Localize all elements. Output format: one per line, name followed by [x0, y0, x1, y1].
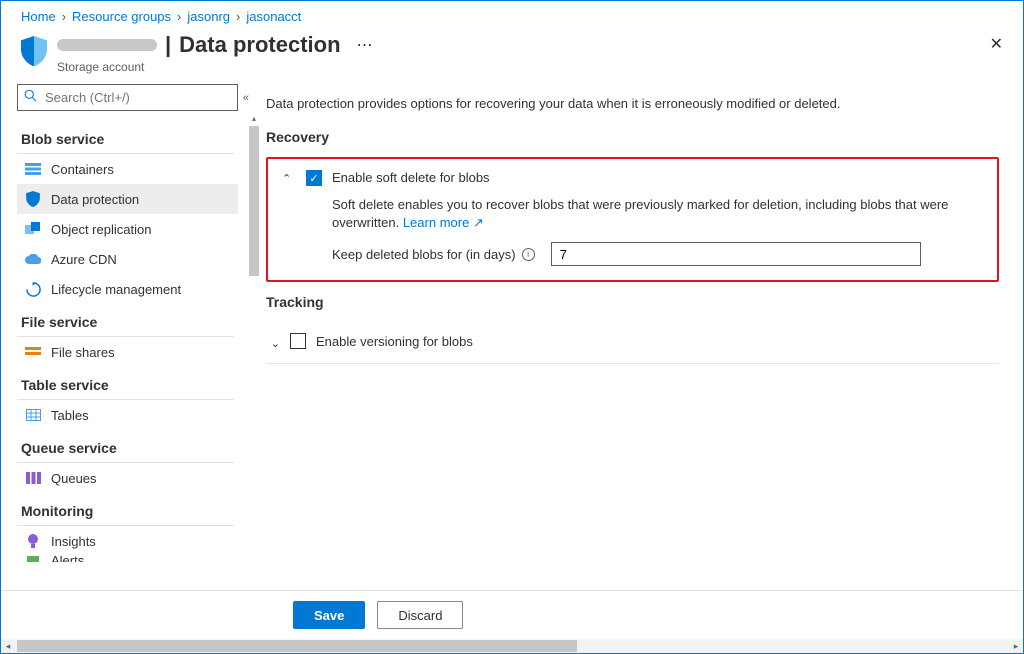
account-name-redacted — [57, 39, 157, 51]
alerts-icon — [25, 556, 41, 562]
sidebar-item-insights[interactable]: Insights — [17, 526, 238, 556]
close-button[interactable]: ✕ — [990, 34, 1003, 54]
page-header: | Data protection ⋯ Storage account ✕ — [1, 28, 1023, 84]
enable-soft-delete-checkbox[interactable]: ✓ — [306, 170, 322, 186]
sidebar-section-file: File service — [17, 304, 234, 337]
table-icon — [25, 407, 41, 423]
search-input[interactable] — [17, 84, 238, 111]
sidebar-item-containers[interactable]: Containers — [17, 154, 238, 184]
shield-small-icon — [25, 191, 41, 207]
discard-button[interactable]: Discard — [377, 601, 463, 629]
breadcrumb-resource-groups[interactable]: Resource groups — [72, 9, 171, 24]
containers-icon — [25, 161, 41, 177]
sidebar-item-tables[interactable]: Tables — [17, 400, 238, 430]
footer-bar: Save Discard — [1, 590, 1023, 639]
soft-delete-panel: ⌃ ✓ Enable soft delete for blobs Soft de… — [266, 157, 999, 282]
replication-icon — [25, 221, 41, 237]
keep-days-label: Keep deleted blobs for (in days) — [332, 247, 516, 262]
sidebar-item-object-replication[interactable]: Object replication — [17, 214, 238, 244]
shield-icon — [21, 36, 47, 66]
sidebar-item-lifecycle[interactable]: Lifecycle management — [17, 274, 238, 304]
breadcrumb-account[interactable]: jasonacct — [246, 9, 301, 24]
breadcrumb-home[interactable]: Home — [21, 9, 56, 24]
collapse-chevron-icon[interactable]: ⌃ — [282, 172, 296, 185]
sidebar-item-alerts[interactable]: Alerts — [17, 556, 238, 562]
sidebar-item-azure-cdn[interactable]: Azure CDN — [17, 244, 238, 274]
sidebar-section-queue: Queue service — [17, 430, 234, 463]
info-icon[interactable]: i — [522, 248, 535, 261]
external-link-icon: ↗ — [473, 215, 484, 230]
sidebar-item-file-shares[interactable]: File shares — [17, 337, 238, 367]
page-title: Data protection — [179, 32, 340, 58]
sidebar-section-blob: Blob service — [17, 121, 234, 154]
expand-chevron-icon[interactable]: ⌃ — [266, 336, 280, 349]
queue-icon — [25, 470, 41, 486]
learn-more-link[interactable]: Learn more ↗ — [403, 215, 484, 230]
recovery-heading: Recovery — [266, 129, 999, 145]
main-content: Data protection provides options for rec… — [246, 84, 1023, 652]
lifecycle-icon — [25, 281, 41, 297]
search-icon — [24, 89, 37, 107]
keep-days-input[interactable] — [551, 242, 921, 266]
page-subtitle: Storage account — [57, 60, 373, 74]
sidebar-section-table: Table service — [17, 367, 234, 400]
enable-soft-delete-label: Enable soft delete for blobs — [332, 170, 490, 185]
more-actions-icon[interactable]: ⋯ — [357, 35, 373, 55]
sidebar-section-monitoring: Monitoring — [17, 493, 234, 526]
breadcrumb-rg[interactable]: jasonrg — [187, 9, 230, 24]
breadcrumb: Home› Resource groups› jasonrg› jasonacc… — [1, 1, 1023, 28]
sidebar-item-queues[interactable]: Queues — [17, 463, 238, 493]
file-share-icon — [25, 344, 41, 360]
sidebar: « Blob service Containers Data protectio… — [1, 84, 246, 652]
enable-versioning-label: Enable versioning for blobs — [316, 334, 473, 349]
enable-versioning-checkbox[interactable] — [290, 333, 306, 349]
horizontal-scrollbar[interactable]: ◂▸ — [1, 639, 1023, 653]
tracking-heading: Tracking — [266, 294, 999, 310]
insights-icon — [25, 533, 41, 549]
cloud-icon — [25, 251, 41, 267]
intro-text: Data protection provides options for rec… — [266, 96, 999, 111]
save-button[interactable]: Save — [293, 601, 365, 629]
sidebar-item-data-protection[interactable]: Data protection — [17, 184, 238, 214]
